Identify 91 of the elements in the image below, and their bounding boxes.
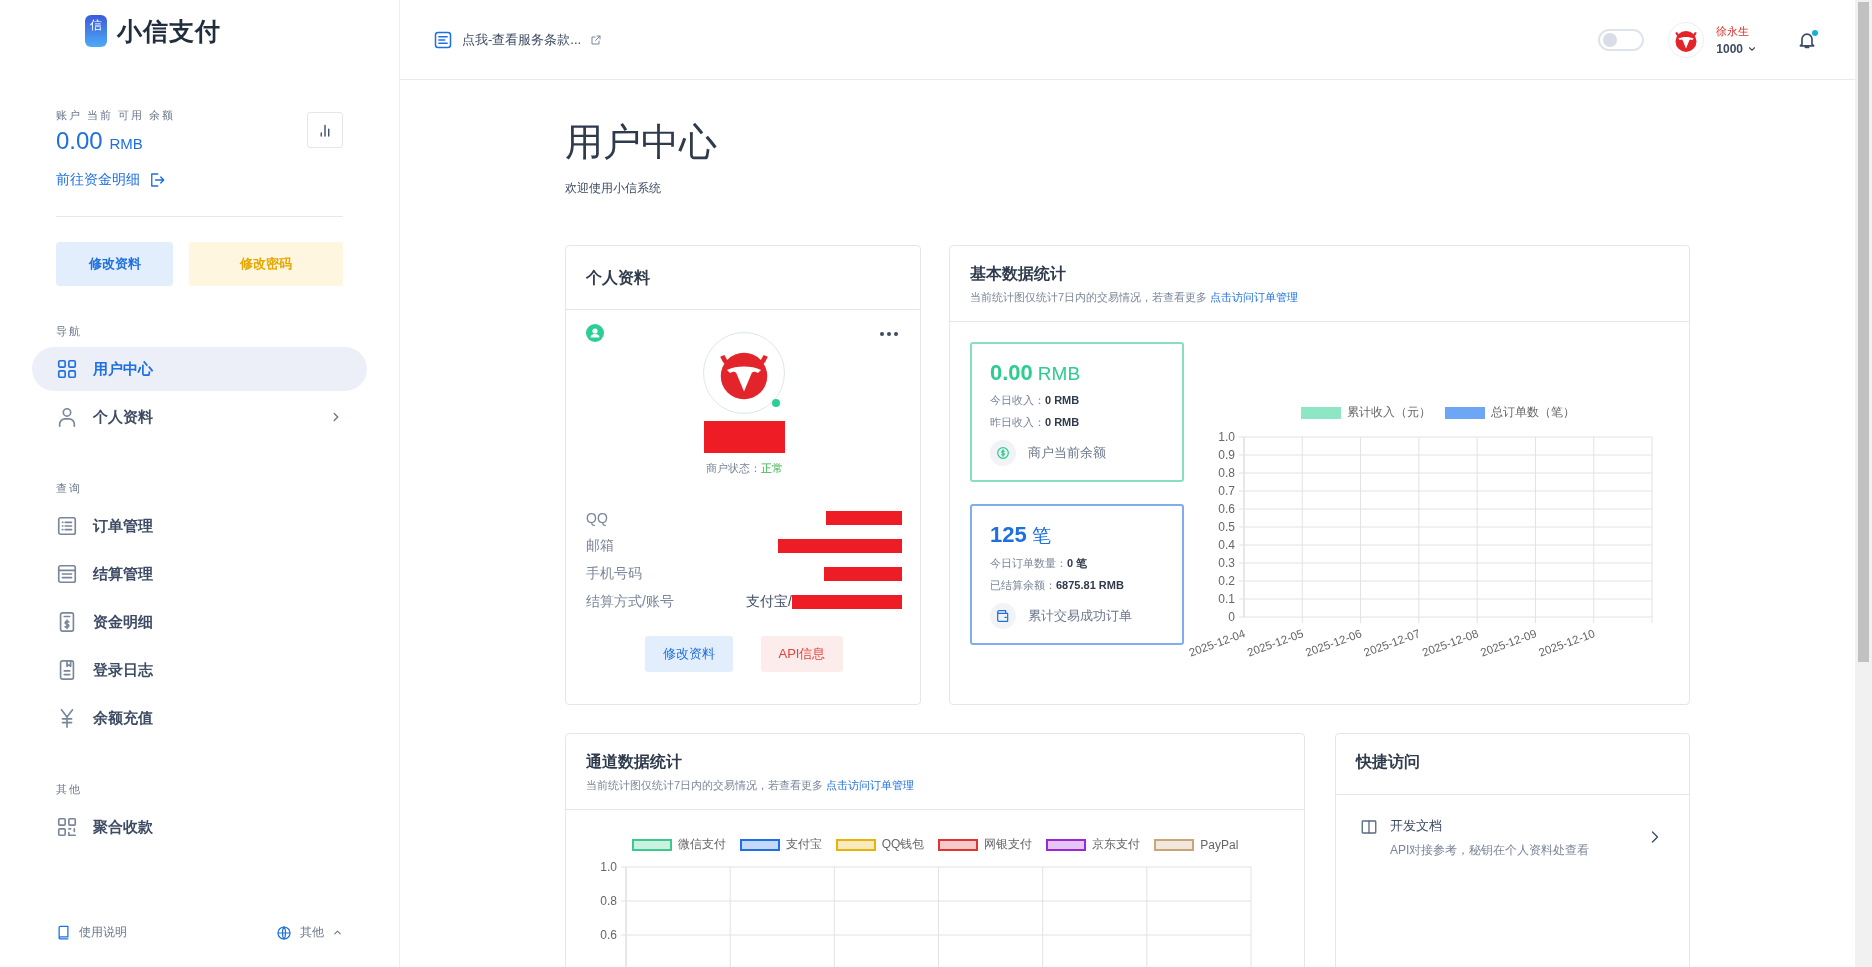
nav-item[interactable]: 资金明细 [32,600,367,644]
nav-section-title: 导航 [56,324,83,339]
axis-tick-label: 0.1 [1218,592,1235,606]
merchant-status: 商户状态：正常 [704,461,784,476]
legend-label: 累计收入（元） [1346,404,1431,421]
nav-section-title: 其他 [56,782,83,797]
notification-button[interactable] [1797,29,1817,50]
stat-line: 今日订单数量：0 笔 [990,556,1089,571]
stat-caption: 商户当前余额 [1028,444,1106,462]
nav-item[interactable]: 个人资料 [32,395,367,439]
exit-icon [148,171,166,189]
nav-item[interactable]: 结算管理 [32,552,367,596]
brand-name: 小信支付 [117,15,221,47]
legend-label: 网银支付 [984,836,1033,853]
legend-label: QQ钱包 [881,836,925,853]
grid-icon [56,358,78,380]
link-description: API对接参考，秘钥在个人资料处查看 [1390,842,1591,859]
stat-value: 0.00 RMB [990,360,1082,386]
list-icon [56,515,78,537]
axis-tick-label: 0.7 [1218,484,1235,498]
legend-label: 京东支付 [1092,836,1141,853]
axis-tick-label: 0 [1228,610,1235,624]
user-circle-icon [586,324,604,342]
axis-tick-label: 0.2 [1218,574,1235,588]
nav-item[interactable]: 登录日志 [32,648,367,692]
theme-toggle[interactable] [1598,28,1645,51]
funds-detail-link[interactable]: 前往资金明细 [56,171,343,189]
axis-tick-label: 1.0 [600,860,617,874]
legend-label: 微信支付 [677,836,726,853]
logo-badge: 信 [85,15,107,47]
edit-profile-button[interactable]: 修改资料 [644,636,733,672]
legend-label: PayPal [1200,837,1239,852]
card-title: 通道数据统计 [586,752,683,772]
external-link-icon [590,33,603,46]
split-panel-icon [1360,818,1378,836]
help-link[interactable]: 使用说明 [56,924,127,941]
card-title: 基本数据统计 [970,264,1067,284]
edit-profile-button[interactable]: 修改资料 [56,242,173,286]
card-note: 当前统计图仅统计7日内的交易情况，若查看更多 点击访问订单管理 [970,290,1300,305]
dollar-coin-icon [995,445,1011,461]
stat-value: 125 笔 [990,522,1052,549]
order-management-link[interactable]: 点击访问订单管理 [1210,291,1299,303]
qr-code-icon [56,816,78,838]
card-title: 个人资料 [586,268,651,288]
field-label: 手机号码 [586,565,642,583]
card-note: 当前统计图仅统计7日内的交易情况，若查看更多 点击访问订单管理 [586,778,916,793]
axis-tick-label: 0.4 [1218,538,1235,552]
globe-icon [276,924,292,941]
field-label: 邮箱 [586,537,614,555]
axis-tick-label: 0.3 [1218,556,1235,570]
user-name: 徐永生 [1716,23,1751,39]
stat-line: 今日收入：0 RMB [990,393,1081,408]
axis-tick-label: 0.8 [600,894,617,908]
field-label: 结算方式/账号 [586,593,674,611]
axis-tick-label: 0.9 [1218,448,1235,462]
legend-label: 支付宝 [785,836,822,853]
axis-tick-label: 1.0 [1218,430,1235,444]
nav-section-title: 查询 [56,481,83,496]
notice-icon [433,29,453,50]
chart-button[interactable] [307,112,343,148]
terms-link[interactable]: 点我-查看服务条款... [433,29,603,50]
user-balance-menu[interactable]: 1000 [1716,41,1757,56]
user-icon [56,406,78,428]
axis-tick-label: 0.8 [1218,466,1235,480]
form-icon [56,563,78,585]
book-icon [56,925,71,940]
axis-tick-label: 0.6 [600,928,617,942]
nav-item[interactable]: 订单管理 [32,504,367,548]
nav-item[interactable]: 聚合收款 [32,805,367,849]
nav-item[interactable]: 余额充值 [32,696,367,740]
page-title: 用户中心 [565,120,718,165]
scrollbar-thumb[interactable] [1858,2,1869,662]
api-info-button[interactable]: API信息 [760,636,844,672]
legend-label: 总订单数（笔） [1490,404,1575,421]
card-title: 快捷访问 [1356,752,1421,772]
stat-line: 昨日收入：0 RMB [990,415,1081,430]
axis-tick-label: 0.6 [1218,502,1235,516]
field-label: QQ [586,510,608,526]
axis-tick-label: 0.5 [1218,520,1235,534]
page-subtitle: 欢迎使用小信系统 [565,180,662,197]
order-management-link[interactable]: 点击访问订单管理 [826,779,915,791]
balance-label: 账户 当前 可用 余额 [56,108,176,123]
balance-amount: 0.00 RMB [56,127,144,155]
quick-link[interactable]: 开发文档 API对接参考，秘钥在个人资料处查看 [1336,795,1689,881]
stat-line: 已结算余额：6875.81 RMB [990,578,1125,593]
language-menu[interactable]: 其他 [276,924,343,941]
nav-item[interactable]: 用户中心 [32,347,367,391]
wallet-icon [995,608,1011,624]
field-value: 支付宝/ [746,593,792,611]
link-title: 开发文档 [1390,817,1443,835]
stat-caption: 累计交易成功订单 [1028,607,1132,625]
